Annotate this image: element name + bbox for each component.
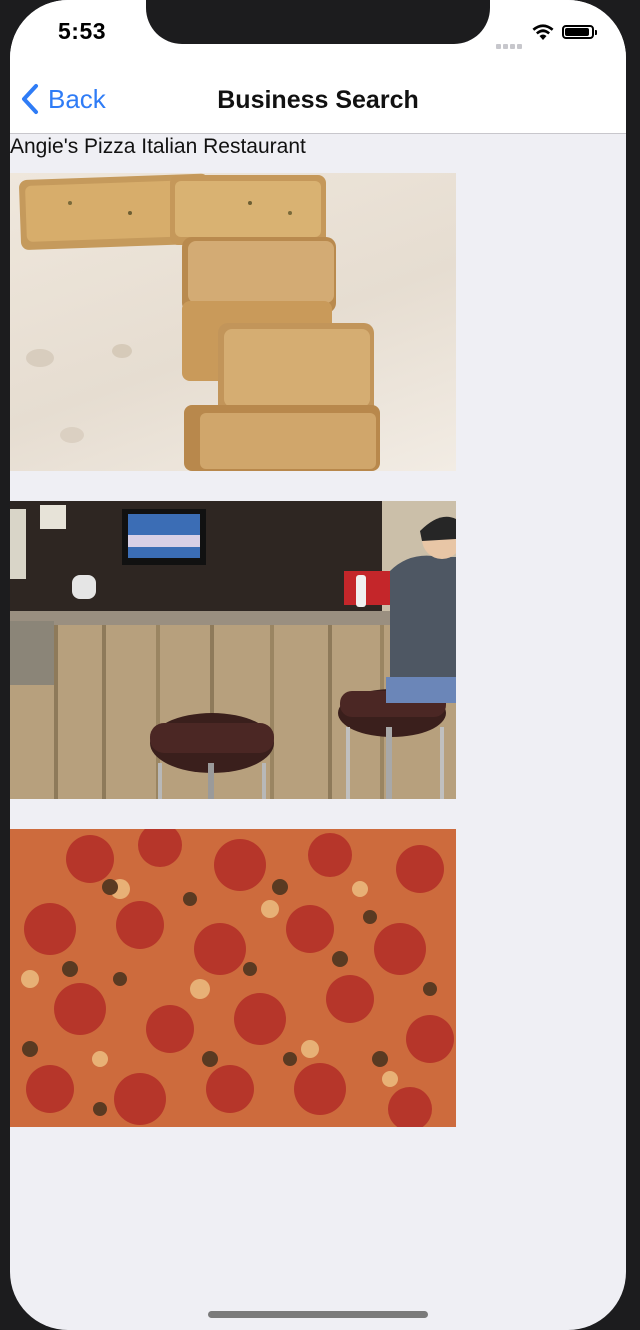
photo-garlic-bread bbox=[10, 173, 456, 471]
navigation-bar: Back Business Search bbox=[10, 66, 626, 134]
page-title: Business Search bbox=[217, 86, 419, 114]
status-time: 5:53 bbox=[58, 18, 107, 44]
photo-bar-interior bbox=[10, 501, 456, 799]
home-indicator[interactable] bbox=[208, 1311, 428, 1318]
wifi-icon bbox=[532, 24, 554, 40]
status-bar: 5:53 bbox=[10, 0, 626, 66]
business-name: Angie's Pizza Italian Restaurant bbox=[10, 135, 306, 158]
battery-icon bbox=[562, 25, 597, 39]
device-notch bbox=[146, 0, 490, 44]
phone-screen: 5:53 Back Business Search Angie's Pizza … bbox=[10, 0, 626, 1330]
cellular-signal-icon bbox=[496, 36, 524, 54]
photo-pizza bbox=[10, 829, 456, 1127]
